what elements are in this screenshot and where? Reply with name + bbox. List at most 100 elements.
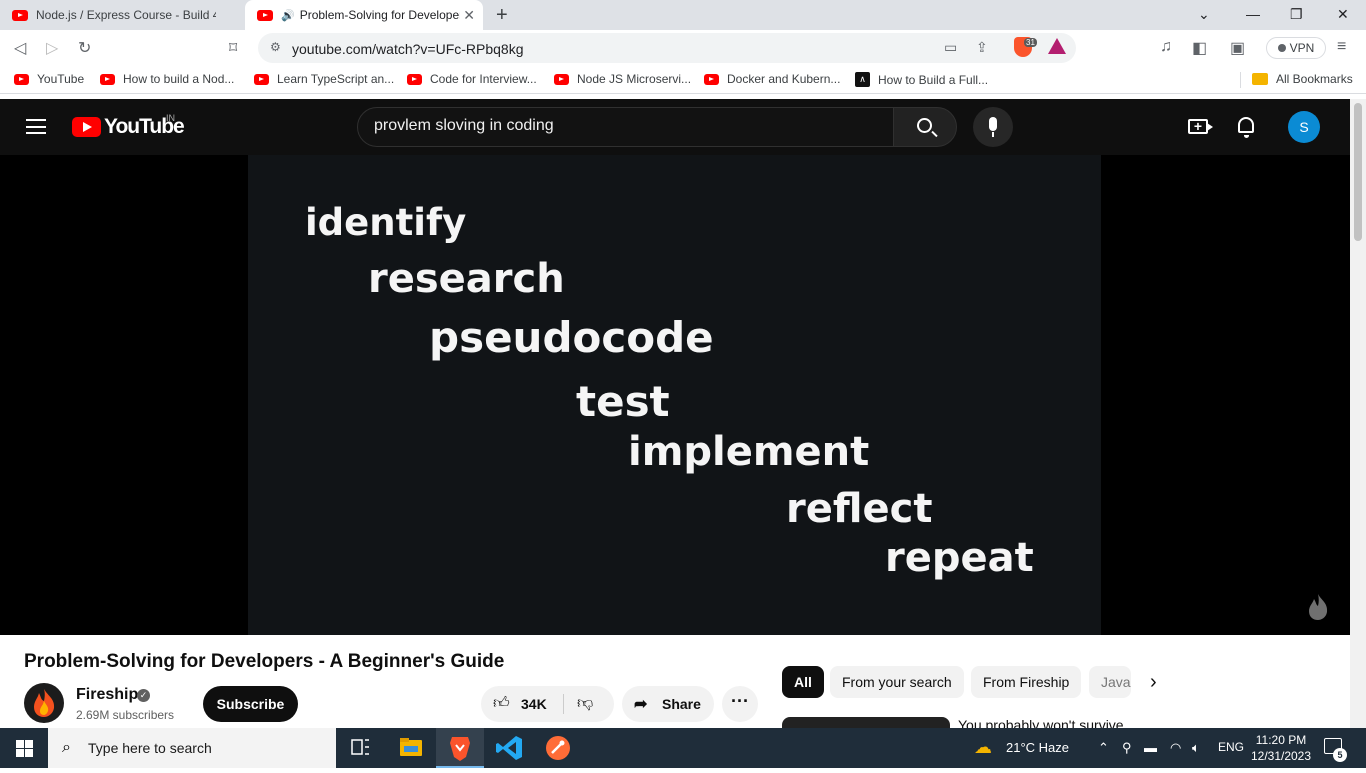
bookmark-item[interactable]: Docker and Kubern... xyxy=(704,72,840,86)
bookmark-item[interactable]: ∧ How to Build a Full... xyxy=(855,72,988,87)
chip-from-fireship[interactable]: From Fireship xyxy=(971,666,1082,698)
youtube-icon xyxy=(704,73,719,85)
bookmark-label: Code for Interview... xyxy=(430,72,537,86)
vpn-button[interactable]: VPN xyxy=(1266,37,1326,59)
video-word: reflect xyxy=(786,486,933,532)
channel-avatar[interactable] xyxy=(24,683,64,723)
back-icon[interactable]: ◁ xyxy=(14,38,26,58)
chip-java[interactable]: Java xyxy=(1089,666,1131,698)
wifi-icon[interactable]: ◠ xyxy=(1170,740,1181,756)
all-bookmarks-button[interactable]: All Bookmarks xyxy=(1252,72,1353,86)
tab-problem-solving[interactable]: 🔊 Problem-Solving for Developers - A Beg… xyxy=(245,0,483,30)
taskbar-search-box[interactable]: ⌕ Type here to search xyxy=(48,728,336,768)
sidebar-icon[interactable]: ◧ xyxy=(1192,38,1207,58)
cast-icon[interactable]: ▭ xyxy=(944,39,957,56)
bookmark-item[interactable]: Node JS Microservi... xyxy=(554,72,691,86)
close-tab-icon[interactable]: ✕ xyxy=(463,7,475,24)
youtube-icon xyxy=(257,9,273,21)
close-window-button[interactable]: ✕ xyxy=(1337,6,1349,23)
bookmarks-bar: YouTube How to build a Nod... Learn Type… xyxy=(0,66,1366,94)
youtube-icon xyxy=(100,73,115,85)
account-avatar[interactable]: S xyxy=(1288,111,1320,143)
url-text[interactable]: youtube.com/watch?v=UFc-RPbq8kg xyxy=(292,41,524,57)
windows-start-icon[interactable] xyxy=(16,740,33,757)
file-explorer-icon[interactable] xyxy=(386,728,434,768)
restore-button[interactable]: ❐ xyxy=(1290,6,1303,23)
fireship-logo-icon xyxy=(34,689,55,717)
video-player[interactable]: identify research pseudocode test implem… xyxy=(248,155,1101,635)
tab-nodejs-course[interactable]: Node.js / Express Course - Build 4 Proje… xyxy=(0,0,240,30)
battery-icon[interactable]: ▬ xyxy=(1144,740,1157,755)
create-video-icon[interactable]: + xyxy=(1188,119,1213,134)
bookmark-item[interactable]: YouTube xyxy=(14,72,84,86)
bookmark-icon[interactable]: ⌑ xyxy=(229,38,237,58)
youtube-logo-icon[interactable] xyxy=(72,117,101,137)
video-word: implement xyxy=(628,429,870,475)
brave-rewards-icon[interactable] xyxy=(1048,38,1066,54)
recommended-thumbnail[interactable] xyxy=(782,717,950,728)
bookmark-label: How to Build a Full... xyxy=(878,72,989,87)
share-button[interactable]: ➦ Share xyxy=(622,686,714,722)
vscode-icon[interactable] xyxy=(486,728,534,768)
weather-icon[interactable]: ☁ xyxy=(974,737,992,758)
bookmarks-separator xyxy=(1240,72,1241,88)
tab-search-chevron-icon[interactable]: ⌄ xyxy=(1198,6,1210,23)
scrollbar-thumb[interactable] xyxy=(1354,103,1362,241)
wallet-icon[interactable]: ▣ xyxy=(1230,38,1245,58)
search-button[interactable] xyxy=(893,107,957,147)
channel-name[interactable]: Fireship xyxy=(76,686,138,704)
tab-title: Node.js / Express Course - Build 4 Proje… xyxy=(36,8,216,22)
bluetooth-icon[interactable]: ⚲ xyxy=(1122,740,1132,756)
video-word: test xyxy=(576,377,670,426)
speaker-icon[interactable]: 🔊 xyxy=(281,9,295,22)
forward-icon[interactable]: ▷ xyxy=(46,38,58,58)
bookmark-label: YouTube xyxy=(37,72,85,86)
subscriber-count: 2.69M subscribers xyxy=(76,708,175,722)
chip-all[interactable]: All xyxy=(782,666,824,698)
notifications-bell-icon[interactable] xyxy=(1238,117,1254,138)
youtube-icon xyxy=(554,73,569,85)
search-input[interactable] xyxy=(374,117,874,135)
bookmark-label: Node JS Microservi... xyxy=(577,72,692,86)
bookmark-item[interactable]: How to build a Nod... xyxy=(100,72,234,86)
system-clock[interactable]: 11:20 PM 12/31/2023 xyxy=(1248,732,1314,764)
youtube-icon xyxy=(407,73,422,85)
youtube-page: YouTube IN + S identify research pseudoc… xyxy=(0,99,1350,728)
site-info-icon[interactable]: ⚙ xyxy=(270,40,281,54)
voice-search-button[interactable] xyxy=(973,107,1013,147)
bookmark-item[interactable]: Code for Interview... xyxy=(407,72,537,86)
postman-icon[interactable] xyxy=(534,728,582,768)
video-word: identify xyxy=(305,201,467,244)
minimize-button[interactable]: — xyxy=(1246,6,1260,22)
dislike-icon[interactable]: 👎︎ xyxy=(577,694,593,713)
bookmark-item[interactable]: Learn TypeScript an... xyxy=(254,72,394,86)
weather-text[interactable]: 21°C Haze xyxy=(1006,740,1069,755)
folder-icon xyxy=(1252,73,1268,85)
share-page-icon[interactable]: ⇪ xyxy=(976,39,988,56)
media-icon[interactable]: ♫ xyxy=(1160,38,1172,56)
reload-icon[interactable]: ↻ xyxy=(78,38,91,58)
like-icon[interactable]: 👍︎ xyxy=(493,694,510,713)
address-bar[interactable]: ⚙ youtube.com/watch?v=UFc-RPbq8kg ▭ ⇪ xyxy=(258,33,1076,63)
volume-icon[interactable]: 🔈︎ xyxy=(1192,740,1200,756)
like-count[interactable]: 34K xyxy=(521,696,547,712)
more-actions-button[interactable]: ··· xyxy=(722,686,758,722)
youtube-icon xyxy=(12,9,28,21)
hamburger-menu-icon[interactable] xyxy=(26,119,46,134)
show-hidden-icons-chevron-icon[interactable]: ⌃ xyxy=(1098,740,1109,756)
subscribe-button[interactable]: Subscribe xyxy=(203,686,298,722)
clock-date: 12/31/2023 xyxy=(1250,749,1312,763)
recommended-title[interactable]: You probably won't survive xyxy=(958,717,1124,728)
menu-icon[interactable]: ≡ xyxy=(1337,38,1346,56)
input-language[interactable]: ENG xyxy=(1218,740,1244,754)
brave-browser-icon[interactable] xyxy=(436,728,484,768)
page-scrollbar[interactable] xyxy=(1350,99,1366,728)
task-view-icon[interactable] xyxy=(336,728,384,768)
chevron-right-icon[interactable]: › xyxy=(1150,671,1157,694)
like-separator xyxy=(563,694,564,714)
chip-from-your-search[interactable]: From your search xyxy=(830,666,964,698)
youtube-icon xyxy=(254,73,269,85)
new-tab-button[interactable]: + xyxy=(496,4,508,27)
channel-watermark-icon[interactable] xyxy=(1303,592,1333,622)
search-box[interactable] xyxy=(357,107,894,147)
